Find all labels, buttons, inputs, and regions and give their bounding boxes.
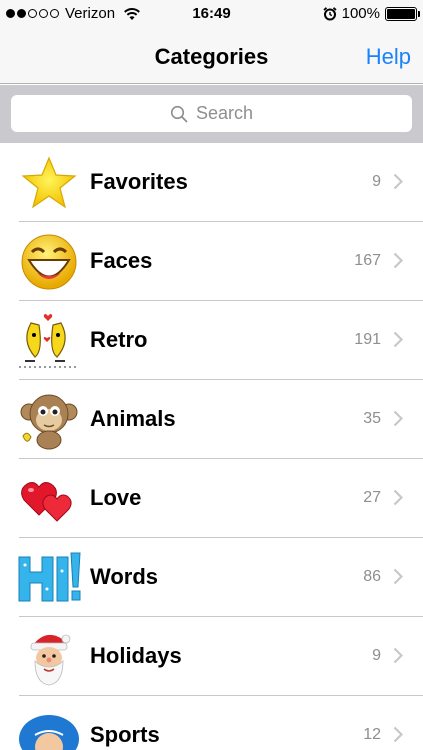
search-placeholder: Search: [195, 103, 254, 123]
category-label: Sports: [90, 722, 160, 747]
category-count: 27: [363, 489, 381, 506]
category-count: 167: [354, 252, 381, 269]
list-item[interactable]: Animals 35: [0, 380, 423, 459]
chevron-right-icon: [393, 173, 403, 190]
list-item[interactable]: Faces 167: [0, 222, 423, 301]
battery-icon: [385, 6, 420, 21]
dancing-bananas-icon: [17, 310, 81, 372]
chevron-right-icon: [393, 568, 403, 585]
search-bar: Search: [0, 85, 423, 143]
hearts-icon: [17, 468, 81, 530]
category-label: Favorites: [90, 169, 188, 194]
battery-fill: [387, 8, 415, 19]
list-item[interactable]: Words 86: [0, 538, 423, 617]
list-item[interactable]: Retro 191: [0, 301, 423, 380]
category-label: Retro: [90, 327, 148, 352]
laughing-face-icon: [17, 231, 81, 293]
search-input[interactable]: Search: [11, 95, 412, 132]
status-right: 100%: [323, 5, 420, 22]
list-item[interactable]: Favorites 9: [0, 143, 423, 222]
alarm-clock-icon: [323, 6, 337, 20]
category-list: Favorites 9 Faces 167 Retro 191 Animals …: [0, 143, 423, 750]
navigation-bar: Categories Help: [0, 28, 423, 84]
search-icon: [170, 105, 188, 122]
santa-icon: [17, 626, 81, 688]
category-label: Love: [90, 485, 142, 510]
category-count: 86: [363, 568, 381, 585]
chevron-right-icon: [393, 647, 403, 664]
sports-face-icon: [17, 705, 81, 750]
category-count: 9: [372, 647, 381, 664]
battery-percent: 100%: [341, 5, 380, 22]
category-label: Words: [90, 564, 159, 589]
chevron-right-icon: [393, 410, 403, 427]
monkey-icon: [17, 389, 81, 451]
category-label: Animals: [90, 406, 176, 431]
chevron-right-icon: [393, 252, 403, 269]
category-label: Faces: [90, 248, 153, 273]
page-title: Categories: [154, 44, 269, 69]
star-icon: [17, 152, 81, 214]
chevron-right-icon: [393, 726, 403, 743]
category-count: 191: [354, 331, 381, 348]
hi-word-icon: [17, 547, 81, 609]
list-item[interactable]: Sports 12: [0, 696, 423, 750]
chevron-right-icon: [393, 331, 403, 348]
list-item[interactable]: Love 27: [0, 459, 423, 538]
category-count: 9: [372, 173, 381, 190]
category-count: 12: [363, 726, 381, 743]
category-count: 35: [363, 410, 381, 427]
help-button[interactable]: Help: [366, 44, 411, 70]
category-label: Holidays: [90, 643, 182, 668]
chevron-right-icon: [393, 489, 403, 506]
list-item[interactable]: Holidays 9: [0, 617, 423, 696]
status-bar: Verizon 16:49 100%: [0, 0, 423, 28]
